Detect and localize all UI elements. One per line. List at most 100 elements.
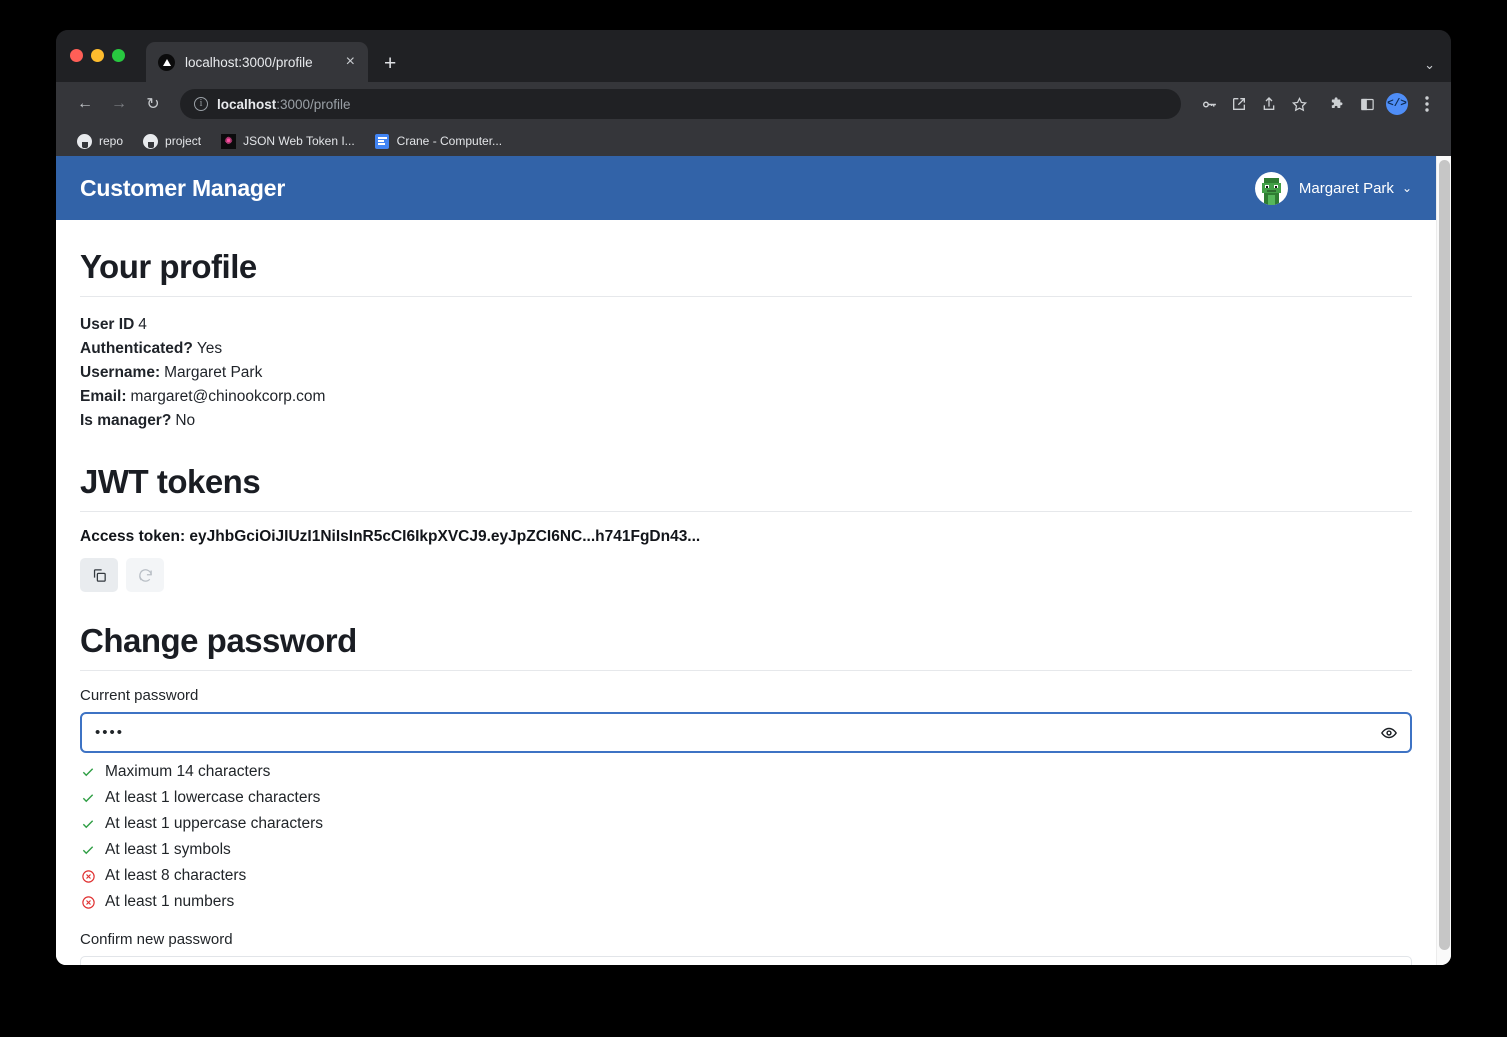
check-icon (80, 764, 96, 780)
star-icon[interactable] (1285, 90, 1313, 118)
browser-toolbar: ← → ↻ i localhost:3000/profile </> (56, 82, 1451, 126)
confirm-password-label: Confirm new password (80, 931, 233, 948)
scrollbar-thumb[interactable] (1439, 160, 1450, 950)
rule-text: At least 1 symbols (105, 841, 231, 858)
url-path: :3000/profile (276, 96, 351, 112)
current-password-wrap (80, 712, 1412, 753)
password-rule: At least 1 symbols (80, 837, 1412, 863)
window-traffic-lights (70, 30, 125, 82)
eye-icon[interactable] (1376, 720, 1402, 746)
refresh-token-button[interactable] (126, 558, 164, 592)
field-value: 4 (138, 316, 147, 333)
page-viewport: Customer Manager Margaret Park ⌄ Your pr… (56, 156, 1451, 965)
check-icon (80, 790, 96, 806)
current-password-input[interactable] (80, 712, 1412, 753)
app-header: Customer Manager Margaret Park ⌄ (56, 156, 1436, 220)
profile-field-username: Username: Margaret Park (80, 361, 1412, 385)
field-value: Margaret Park (164, 364, 263, 381)
rule-text: Maximum 14 characters (105, 763, 271, 780)
bookmark-repo[interactable]: repo (70, 131, 130, 152)
bookmark-label: Crane - Computer... (396, 134, 503, 148)
back-button[interactable]: ← (70, 89, 100, 119)
code-chip: </> (1386, 93, 1408, 115)
new-tab-button[interactable]: + (384, 53, 396, 74)
rule-text: At least 1 numbers (105, 893, 235, 910)
github-icon (143, 133, 159, 149)
tab-strip: localhost:3000/profile × + ⌄ (56, 30, 1451, 82)
avatar (1254, 171, 1288, 205)
jwt-heading: JWT tokens (80, 463, 1412, 512)
reload-button[interactable]: ↻ (138, 89, 168, 119)
address-bar[interactable]: i localhost:3000/profile (180, 89, 1181, 119)
toolbar-icons: </> (1195, 90, 1441, 118)
bookmark-jwt[interactable]: ✺ JSON Web Token I... (214, 131, 362, 152)
bookmark-crane[interactable]: Crane - Computer... (368, 131, 509, 152)
bookmark-label: repo (99, 134, 124, 148)
profile-field-authenticated: Authenticated? Yes (80, 337, 1412, 361)
chevron-down-icon[interactable]: ⌄ (1402, 181, 1412, 195)
chevron-down-icon[interactable]: ⌄ (1424, 57, 1435, 73)
maximize-window-button[interactable] (112, 48, 125, 62)
field-value: Yes (196, 340, 223, 357)
confirm-password-input[interactable] (80, 956, 1412, 965)
side-panel-icon[interactable] (1353, 90, 1381, 118)
github-icon (77, 133, 92, 149)
close-window-button[interactable] (70, 48, 83, 62)
kebab-menu-icon[interactable] (1413, 90, 1441, 118)
change-password-heading: Change password (80, 622, 1412, 671)
password-rules-list: Maximum 14 characters At least 1 lowerca… (80, 759, 1412, 915)
page-title: Your profile (80, 248, 1412, 297)
field-value: margaret@chinookcorp.com (130, 388, 326, 405)
share-icon[interactable] (1255, 90, 1283, 118)
field-label: Authenticated? (80, 340, 193, 357)
extensions-puzzle-icon[interactable] (1323, 90, 1351, 118)
main-content: Your profile User ID 4 Authenticated? Yes … (56, 220, 1436, 965)
profile-fields: User ID 4 Authenticated? Yes Username: Marg… (80, 313, 1412, 433)
browser-tab[interactable]: localhost:3000/profile × (146, 42, 368, 82)
password-rule: At least 1 uppercase characters (80, 811, 1412, 837)
page-scrollbar[interactable] (1436, 156, 1451, 965)
check-icon (80, 816, 96, 832)
url-host: localhost (217, 96, 277, 112)
error-circle-x-icon (80, 868, 96, 884)
field-label: User ID (80, 316, 135, 333)
user-menu[interactable]: Margaret Park ⌄ (1254, 171, 1412, 205)
key-icon[interactable] (1195, 90, 1223, 118)
minimize-window-button[interactable] (91, 48, 104, 62)
bookmark-project[interactable]: project (136, 131, 208, 152)
jwt-icon: ✺ (221, 133, 237, 149)
check-icon (80, 842, 96, 858)
error-circle-x-icon (80, 894, 96, 910)
user-name: Margaret Park (1298, 179, 1394, 197)
app-title: Customer Manager (80, 174, 286, 201)
field-value: No (175, 412, 196, 429)
browser-window: localhost:3000/profile × + ⌄ ← → ↻ i loc… (56, 30, 1451, 965)
bookmark-label: JSON Web Token I... (243, 134, 355, 148)
forward-button[interactable]: → (104, 89, 134, 119)
profile-field-userid: User ID 4 (80, 313, 1412, 337)
password-rule: At least 1 lowercase characters (80, 785, 1412, 811)
close-tab-button[interactable]: × (343, 52, 358, 72)
bookmarks-bar: repo project ✺ JSON Web Token I... Crane… (56, 126, 1451, 156)
current-password-label: Current password (80, 687, 199, 704)
password-rule: At least 1 numbers (80, 889, 1412, 915)
profile-field-ismanager: Is manager? No (80, 409, 1412, 433)
bookmark-label: project (165, 134, 202, 148)
rule-text: At least 8 characters (105, 867, 247, 884)
field-label: Email: (80, 388, 127, 405)
copy-token-button[interactable] (80, 558, 118, 592)
google-docs-icon (375, 133, 390, 149)
field-label: Username: (80, 364, 161, 381)
nextjs-triangle-icon (158, 53, 175, 71)
page-content: Customer Manager Margaret Park ⌄ Your pr… (56, 156, 1436, 965)
open-in-new-icon[interactable] (1225, 90, 1253, 118)
access-token-text: Access token: eyJhbGciOiJIUzI1NiIsInR5cC… (80, 528, 701, 545)
token-actions (80, 558, 1412, 592)
password-rule: Maximum 14 characters (80, 759, 1412, 785)
code-devtools-icon[interactable]: </> (1383, 90, 1411, 118)
profile-field-email: Email: margaret@chinookcorp.com (80, 385, 1412, 409)
rule-text: At least 1 lowercase characters (105, 789, 321, 806)
field-label: Is manager? (80, 412, 172, 429)
site-info-icon[interactable]: i (194, 97, 208, 111)
url-text: localhost:3000/profile (217, 97, 351, 112)
